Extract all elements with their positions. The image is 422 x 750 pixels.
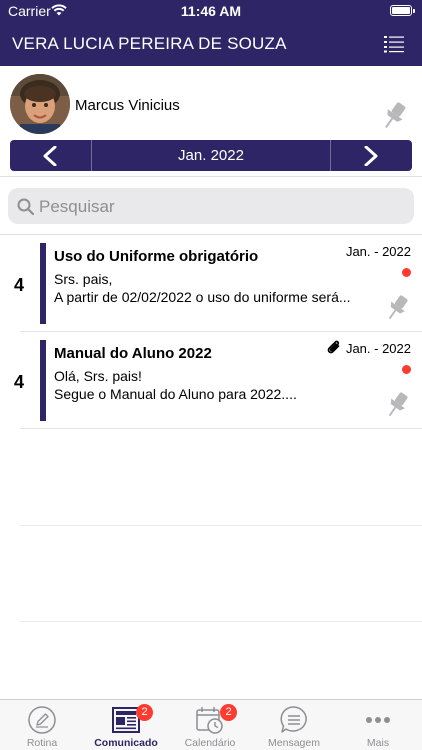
chevron-right-icon bbox=[364, 146, 378, 166]
item-date: Jan. - 2022 bbox=[345, 244, 411, 259]
tab-bar: Rotina 2 Comunicado 2 Calendário Mensage… bbox=[0, 699, 422, 750]
row-divider bbox=[20, 621, 422, 622]
student-name: Marcus Vinicius bbox=[75, 97, 180, 114]
status-time: 11:46 AM bbox=[180, 3, 242, 19]
student-profile: Marcus Vinicius Jan. 2022 bbox=[0, 66, 422, 176]
search-placeholder: Pesquisar bbox=[39, 197, 115, 216]
month-selector: Jan. 2022 bbox=[10, 140, 412, 171]
tab-mensagem[interactable]: Mensagem bbox=[252, 700, 336, 750]
search-icon bbox=[17, 198, 34, 215]
pin-icon[interactable] bbox=[384, 293, 410, 323]
item-count: 4 bbox=[14, 372, 25, 392]
item-accent-bar bbox=[40, 243, 46, 324]
pin-icon[interactable] bbox=[380, 100, 408, 132]
item-preview-line-2: Segue o Manual do Aluno para 2022.... bbox=[54, 386, 297, 402]
item-count: 4 bbox=[14, 275, 25, 295]
unread-indicator bbox=[402, 268, 411, 277]
tab-label: Mais bbox=[366, 737, 390, 749]
paperclip-icon bbox=[327, 340, 340, 354]
item-accent-bar bbox=[40, 340, 46, 421]
previous-month-button[interactable] bbox=[10, 140, 92, 171]
pin-icon[interactable] bbox=[384, 390, 410, 420]
tab-label: Calendário bbox=[184, 737, 236, 749]
row-divider bbox=[20, 428, 422, 429]
battery-icon bbox=[390, 5, 415, 16]
tab-label: Rotina bbox=[26, 737, 58, 749]
tab-calendario[interactable]: 2 Calendário bbox=[168, 700, 252, 750]
avatar[interactable] bbox=[10, 74, 70, 134]
row-divider bbox=[20, 525, 422, 526]
item-preview-line-2: A partir de 02/02/2022 o uso do uniforme… bbox=[54, 289, 351, 305]
tab-comunicado[interactable]: 2 Comunicado bbox=[84, 700, 168, 750]
list-item[interactable]: 4 Manual do Aluno 2022 Jan. - 2022 Olá, … bbox=[0, 332, 422, 429]
status-bar: Carrier 11:46 AM bbox=[0, 0, 422, 22]
nav-bar: VERA LUCIA PEREIRA DE SOUZA bbox=[0, 22, 422, 66]
divider bbox=[0, 176, 422, 177]
notification-badge: 2 bbox=[220, 704, 237, 721]
more-icon bbox=[366, 717, 390, 723]
notification-badge: 2 bbox=[136, 704, 153, 721]
list-icon[interactable] bbox=[384, 35, 404, 53]
message-icon bbox=[280, 706, 307, 733]
tab-label: Mensagem bbox=[268, 737, 320, 749]
current-month-label: Jan. 2022 bbox=[178, 147, 244, 164]
item-title: Manual do Aluno 2022 bbox=[54, 345, 212, 362]
tab-mais[interactable]: Mais bbox=[336, 700, 420, 750]
unread-indicator bbox=[402, 365, 411, 374]
search-input[interactable]: Pesquisar bbox=[8, 188, 414, 224]
item-date: Jan. - 2022 bbox=[345, 341, 411, 356]
item-preview-line-1: Olá, Srs. pais! bbox=[54, 368, 142, 384]
pencil-icon bbox=[28, 706, 56, 734]
chevron-left-icon bbox=[43, 146, 57, 166]
next-month-button[interactable] bbox=[330, 140, 412, 171]
tab-rotina[interactable]: Rotina bbox=[0, 700, 84, 750]
item-title: Uso do Uniforme obrigatório bbox=[54, 248, 259, 265]
tab-label: Comunicado bbox=[94, 737, 158, 749]
page-title: VERA LUCIA PEREIRA DE SOUZA bbox=[12, 34, 287, 53]
item-preview-line-1: Srs. pais, bbox=[54, 271, 113, 287]
list-item[interactable]: 4 Uso do Uniforme obrigatório Jan. - 202… bbox=[0, 235, 422, 332]
